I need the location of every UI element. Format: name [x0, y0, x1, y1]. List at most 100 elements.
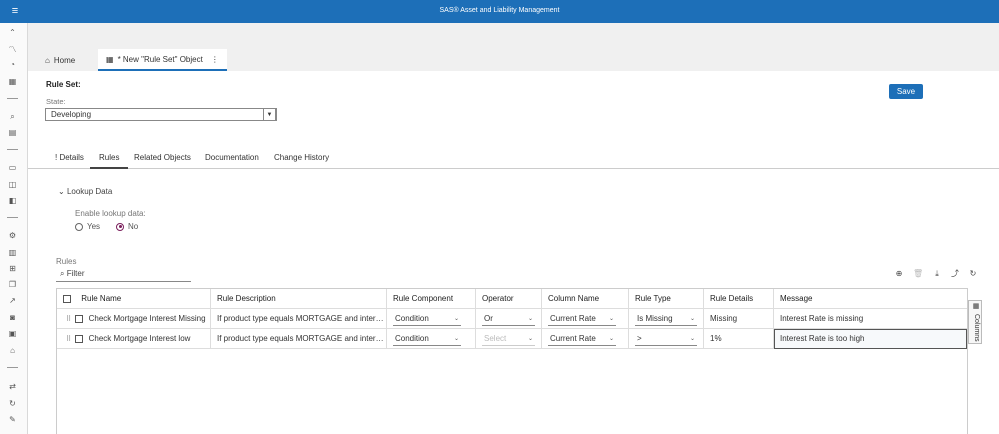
tab-rules[interactable]: Rules: [90, 153, 129, 169]
rule-type-cell[interactable]: > ⌄: [629, 329, 704, 349]
tab-details[interactable]: ! Details: [55, 153, 84, 169]
operator-dropdown[interactable]: Select ⌄: [482, 332, 535, 346]
rule-component-dropdown[interactable]: Condition ⌄: [393, 332, 461, 346]
column-name-value: Current Rate: [550, 334, 596, 343]
rule-details-cell[interactable]: 1%: [704, 329, 774, 349]
add-row-icon[interactable]: ⊕: [894, 269, 904, 279]
bank-icon[interactable]: ⌂: [7, 345, 18, 356]
column-name-dropdown[interactable]: Current Rate ⌄: [548, 312, 616, 326]
tab-rule-set-object[interactable]: ▦ * New "Rule Set" Object ⋮: [98, 49, 227, 71]
tab-documentation[interactable]: Documentation: [205, 153, 259, 169]
chevron-down-icon: ⌄: [608, 316, 614, 322]
message-cell[interactable]: Interest Rate is too high: [774, 329, 967, 349]
column-name-cell[interactable]: Current Rate ⌄: [542, 309, 629, 329]
row-checkbox[interactable]: [75, 314, 84, 323]
rule-details-cell[interactable]: Missing: [704, 309, 774, 329]
enable-lookup-label: Enable lookup data:: [75, 209, 146, 218]
home-icon: ⌂: [45, 55, 50, 65]
drag-handle-icon[interactable]: ⠿: [66, 330, 71, 349]
rule-description-cell[interactable]: If product type equals MORTGAGE and inte…: [211, 309, 387, 329]
col-rule-component[interactable]: Rule Component: [387, 289, 476, 309]
rules-table: Rule Name Rule Description Rule Componen…: [56, 288, 968, 434]
radio-yes-indicator[interactable]: [75, 222, 83, 231]
state-select[interactable]: Developing ▼: [45, 108, 277, 121]
rule-component-cell[interactable]: Condition ⌄: [387, 329, 476, 349]
table-row[interactable]: ⠿ Check Mortgage Interest low If product…: [57, 329, 967, 349]
more-options-icon[interactable]: ⋮: [211, 55, 219, 64]
tab-change-history[interactable]: Change History: [274, 153, 329, 169]
panel-icon[interactable]: ◧: [7, 195, 18, 206]
operator-cell[interactable]: Select ⌄: [476, 329, 542, 349]
folder-icon[interactable]: ▭: [7, 162, 18, 173]
export-icon[interactable]: ⤴: [950, 269, 960, 279]
columns-panel-toggle[interactable]: ▦ Columns: [968, 300, 982, 344]
col-rule-details[interactable]: Rule Details: [704, 289, 774, 309]
refresh-doc-icon[interactable]: ↻: [7, 398, 18, 409]
data-table-icon[interactable]: ▥: [7, 247, 18, 258]
tab-related-objects[interactable]: Related Objects: [134, 153, 191, 169]
operator-cell[interactable]: Or ⌄: [476, 309, 542, 329]
save-button[interactable]: Save: [889, 84, 923, 99]
radio-yes[interactable]: Yes: [75, 222, 100, 231]
chevron-down-icon: ⌄: [689, 316, 695, 322]
analytics-icon[interactable]: ◔: [7, 59, 18, 70]
chevron-down-icon: ⌄: [58, 187, 65, 196]
column-name-value: Current Rate: [550, 314, 596, 323]
rule-name-cell[interactable]: ⠿ Check Mortgage Interest low: [57, 329, 211, 349]
rule-type-cell[interactable]: Is Missing ⌄: [629, 309, 704, 329]
operator-dropdown[interactable]: Or ⌄: [482, 312, 535, 326]
delete-icon[interactable]: 🗑: [913, 269, 923, 279]
trend-icon[interactable]: ↗: [7, 295, 18, 306]
workflow-icon[interactable]: ⇄: [7, 381, 18, 392]
lookup-data-toggle[interactable]: ⌄ Lookup Data: [58, 187, 112, 196]
rule-type-dropdown[interactable]: > ⌄: [635, 332, 697, 346]
message-cell[interactable]: Interest Rate is missing: [774, 309, 967, 329]
row-checkbox[interactable]: [75, 334, 84, 343]
radio-yes-label: Yes: [87, 222, 101, 231]
radio-no-label: No: [128, 222, 139, 231]
chevron-down-icon: ⌄: [527, 316, 533, 322]
col-message[interactable]: Message: [774, 289, 967, 309]
operator-value: Select: [484, 334, 507, 343]
rule-component-dropdown[interactable]: Condition ⌄: [393, 312, 461, 326]
col-rule-type[interactable]: Rule Type: [629, 289, 704, 309]
select-all-checkbox[interactable]: [63, 294, 71, 303]
radio-no-indicator[interactable]: [116, 222, 124, 231]
column-name-dropdown[interactable]: Current Rate ⌄: [548, 332, 616, 346]
caret-down-icon[interactable]: ▼: [263, 108, 276, 121]
document-search-icon[interactable]: ⌕: [7, 111, 18, 122]
import-icon[interactable]: ⤓: [932, 269, 942, 279]
grid-icon: ▦: [106, 54, 114, 64]
rule-component-cell[interactable]: Condition ⌄: [387, 309, 476, 329]
file-icon[interactable]: ◫: [7, 179, 18, 190]
copy-icon[interactable]: ❐: [7, 279, 18, 290]
state-label: State:: [46, 97, 66, 106]
main-content: Rule Set: Save State: Developing ▼ ! Det…: [28, 71, 999, 434]
col-column-name[interactable]: Column Name: [542, 289, 629, 309]
hierarchy-icon[interactable]: ⊞: [7, 263, 18, 274]
tools-icon[interactable]: ✎: [7, 414, 18, 425]
rule-type-dropdown[interactable]: Is Missing ⌄: [635, 312, 697, 326]
report-icon[interactable]: ▦: [7, 76, 18, 87]
col-rule-name[interactable]: Rule Name: [57, 289, 211, 309]
radio-no[interactable]: No: [116, 222, 138, 231]
rule-description-cell[interactable]: If product type equals MORTGAGE and inte…: [211, 329, 387, 349]
col-rule-description[interactable]: Rule Description: [211, 289, 387, 309]
chevron-down-icon: ⌄: [527, 336, 533, 342]
refresh-icon[interactable]: ↻: [968, 269, 978, 279]
calculator-icon[interactable]: ▣: [7, 328, 18, 339]
col-operator[interactable]: Operator: [476, 289, 542, 309]
clipboard-icon[interactable]: ▤: [7, 127, 18, 138]
filter-settings-icon[interactable]: ⚙: [7, 230, 18, 241]
collapse-up-icon[interactable]: ⌃: [7, 27, 18, 38]
chart-icon[interactable]: 〽: [7, 44, 18, 55]
money-icon[interactable]: ◙: [7, 312, 18, 323]
tab-home[interactable]: ⌂ Home: [45, 50, 75, 70]
document-tab-strip: ⌂ Home ▦ * New "Rule Set" Object ⋮: [28, 23, 999, 71]
rule-name-cell[interactable]: ⠿ Check Mortgage Interest Missing: [57, 309, 211, 329]
column-name-cell[interactable]: Current Rate ⌄: [542, 329, 629, 349]
drag-handle-icon[interactable]: ⠿: [66, 310, 71, 329]
table-row[interactable]: ⠿ Check Mortgage Interest Missing If pro…: [57, 309, 967, 329]
filter-input[interactable]: ⌕ Filter: [56, 267, 191, 282]
rules-section-label: Rules: [56, 257, 77, 266]
